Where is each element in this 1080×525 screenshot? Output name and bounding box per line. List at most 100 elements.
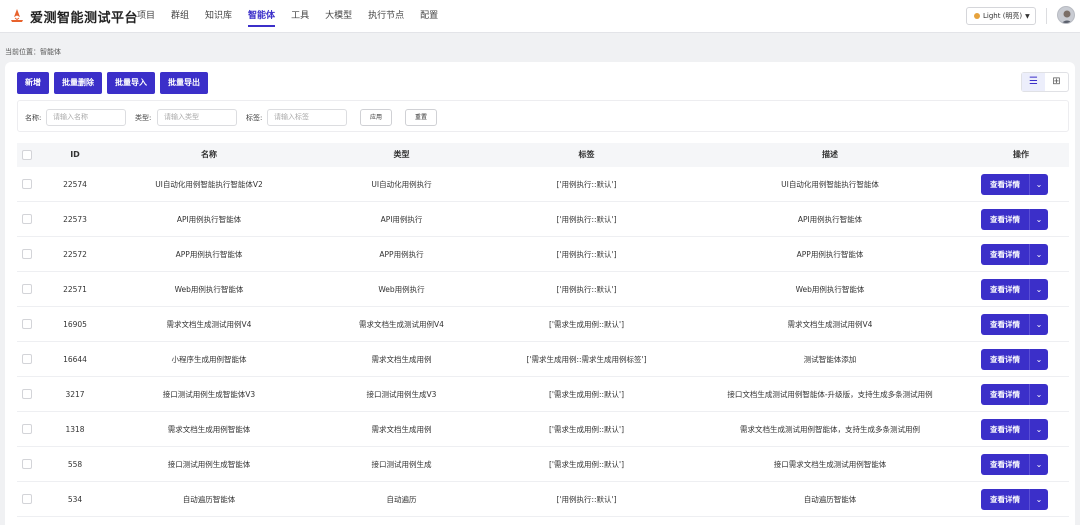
theme-select[interactable]: Light (明亮) ▼ [966, 7, 1036, 25]
cell-id: 22571 [63, 285, 87, 294]
batch-delete-button[interactable]: 批量删除 [54, 72, 102, 94]
name-filter-input[interactable]: 请输入名称 [46, 109, 126, 126]
cell-id: 22572 [63, 250, 87, 259]
cell-desc: 接口需求文档生成测试用例智能体 [773, 460, 887, 469]
row-checkbox[interactable] [22, 424, 32, 434]
cell-tag: ['用例执行::默认'] [556, 495, 617, 504]
top-navbar: 爱测智能测试平台 项目 群组 知识库 智能体 工具 大模型 执行节点 配置 Light (明亮… [0, 0, 1080, 33]
chevron-down-icon[interactable]: ⌄ [1029, 384, 1048, 405]
col-actions: 操作 [1013, 150, 1029, 159]
col-tag: 标签 [578, 150, 595, 159]
cell-type: API用例执行 [380, 215, 423, 224]
nav-item[interactable]: 群组 [171, 0, 189, 33]
nav-item[interactable]: 配置 [420, 0, 438, 33]
table-row: 22572 APP用例执行智能体 APP用例执行 ['用例执行::默认'] APP用例执… [17, 237, 1069, 272]
nav-item[interactable]: 工具 [291, 0, 309, 33]
cell-id: 534 [67, 495, 83, 504]
table-row: 16905 需求文档生成测试用例V4 需求文档生成测试用例V4 ['需求生成用例::默… [17, 307, 1069, 342]
tag-filter-label: 标签: [246, 114, 263, 122]
tag-filter-input[interactable]: 请输入标签 [267, 109, 347, 126]
row-checkbox[interactable] [22, 494, 32, 504]
chevron-down-icon[interactable]: ⌄ [1029, 244, 1048, 265]
view-details-button[interactable]: 查看详情 ⌄ [981, 419, 1048, 440]
avatar[interactable] [1057, 6, 1075, 24]
chevron-down-icon[interactable]: ⌄ [1029, 314, 1048, 335]
table-row: 22571 Web用例执行智能体 Web用例执行 ['用例执行::默认'] Web用例执… [17, 272, 1069, 307]
view-details-button[interactable]: 查看详情 ⌄ [981, 454, 1048, 475]
chevron-down-icon[interactable]: ⌄ [1029, 174, 1048, 195]
row-checkbox[interactable] [22, 319, 32, 329]
view-details-button[interactable]: 查看详情 ⌄ [981, 174, 1048, 195]
cell-desc: 需求文档生成测试用例智能体，支持生成多条测试用例 [740, 425, 920, 434]
cell-id: 22573 [63, 215, 87, 224]
cell-tag: ['需求生成用例::需求生成用例标签'] [526, 355, 647, 364]
view-details-label: 查看详情 [990, 390, 1020, 399]
cell-desc: 自动遍历智能体 [803, 495, 857, 504]
table-row: 1318 需求文档生成用例智能体 需求文档生成用例 ['需求生成用例::默认'] 需求文… [17, 412, 1069, 447]
cell-name: 需求文档生成用例智能体 [167, 425, 251, 434]
cell-name: 小程序生成用例智能体 [171, 355, 247, 364]
row-checkbox[interactable] [22, 214, 32, 224]
batch-export-button[interactable]: 批量导出 [160, 72, 208, 94]
cell-name: UI自动化用例智能执行智能体V2 [155, 180, 263, 189]
nav-item[interactable]: 知识库 [205, 0, 232, 33]
cell-name: APP用例执行智能体 [175, 250, 243, 259]
view-details-button[interactable]: 查看详情 ⌄ [981, 279, 1048, 300]
view-details-label: 查看详情 [990, 250, 1020, 259]
logo-icon [11, 9, 23, 22]
view-details-button[interactable]: 查看详情 ⌄ [981, 314, 1048, 335]
chevron-down-icon[interactable]: ⌄ [1029, 454, 1048, 475]
view-details-button[interactable]: 查看详情 ⌄ [981, 349, 1048, 370]
row-checkbox[interactable] [22, 354, 32, 364]
nav-item[interactable]: 项目 [137, 0, 155, 33]
view-details-button[interactable]: 查看详情 ⌄ [981, 244, 1048, 265]
breadcrumb: 当前位置：智能体 [5, 48, 61, 56]
grid-view-icon[interactable]: ⊞ [1045, 73, 1068, 91]
type-filter-input[interactable]: 请输入类型 [157, 109, 237, 126]
view-details-label: 查看详情 [990, 460, 1020, 469]
list-view-icon[interactable]: ☰ [1022, 73, 1045, 91]
row-checkbox[interactable] [22, 249, 32, 259]
cell-id: 1318 [65, 425, 85, 434]
select-all-checkbox[interactable] [22, 150, 32, 160]
chevron-down-icon[interactable]: ⌄ [1029, 209, 1048, 230]
cell-desc: API用例执行智能体 [797, 215, 863, 224]
view-details-label: 查看详情 [990, 180, 1020, 189]
cell-name: 接口测试用例生成智能体V3 [162, 390, 256, 399]
table-row: 22573 API用例执行智能体 API用例执行 ['用例执行::默认'] API用例执… [17, 202, 1069, 237]
view-details-button[interactable]: 查看详情 ⌄ [981, 489, 1048, 510]
name-filter-label: 名称: [25, 114, 42, 122]
nav-item[interactable]: 大模型 [325, 0, 352, 33]
chevron-down-icon[interactable]: ⌄ [1029, 489, 1048, 510]
add-button[interactable]: 新增 [17, 72, 49, 94]
cell-name: Web用例执行智能体 [174, 285, 244, 294]
cell-type: 需求文档生成用例 [371, 355, 432, 364]
apply-button[interactable]: 应用 [360, 109, 392, 126]
row-checkbox[interactable] [22, 179, 32, 189]
batch-import-button[interactable]: 批量导入 [107, 72, 155, 94]
cell-type: 接口测试用例生成 [371, 460, 432, 469]
nav-item[interactable]: 智能体 [248, 0, 276, 33]
chevron-down-icon: ▼ [1025, 13, 1030, 20]
row-checkbox[interactable] [22, 389, 32, 399]
chevron-down-icon[interactable]: ⌄ [1029, 279, 1048, 300]
view-details-label: 查看详情 [990, 215, 1020, 224]
cell-desc: UI自动化用例智能执行智能体 [781, 180, 879, 189]
reset-button[interactable]: 重置 [405, 109, 437, 126]
cell-id: 16644 [63, 355, 87, 364]
view-details-label: 查看详情 [990, 425, 1020, 434]
chevron-down-icon[interactable]: ⌄ [1029, 419, 1048, 440]
cell-name: 需求文档生成测试用例V4 [166, 320, 252, 329]
cell-id: 558 [67, 460, 83, 469]
row-checkbox[interactable] [22, 284, 32, 294]
view-details-button[interactable]: 查看详情 ⌄ [981, 384, 1048, 405]
row-checkbox[interactable] [22, 459, 32, 469]
cell-tag: ['用例执行::默认'] [556, 250, 617, 259]
nav-item[interactable]: 执行节点 [368, 0, 404, 33]
view-details-label: 查看详情 [990, 355, 1020, 364]
cell-type: UI自动化用例执行 [371, 180, 432, 189]
view-details-label: 查看详情 [990, 495, 1020, 504]
view-details-button[interactable]: 查看详情 ⌄ [981, 209, 1048, 230]
chevron-down-icon[interactable]: ⌄ [1029, 349, 1048, 370]
cell-type: 需求文档生成测试用例V4 [359, 320, 444, 329]
